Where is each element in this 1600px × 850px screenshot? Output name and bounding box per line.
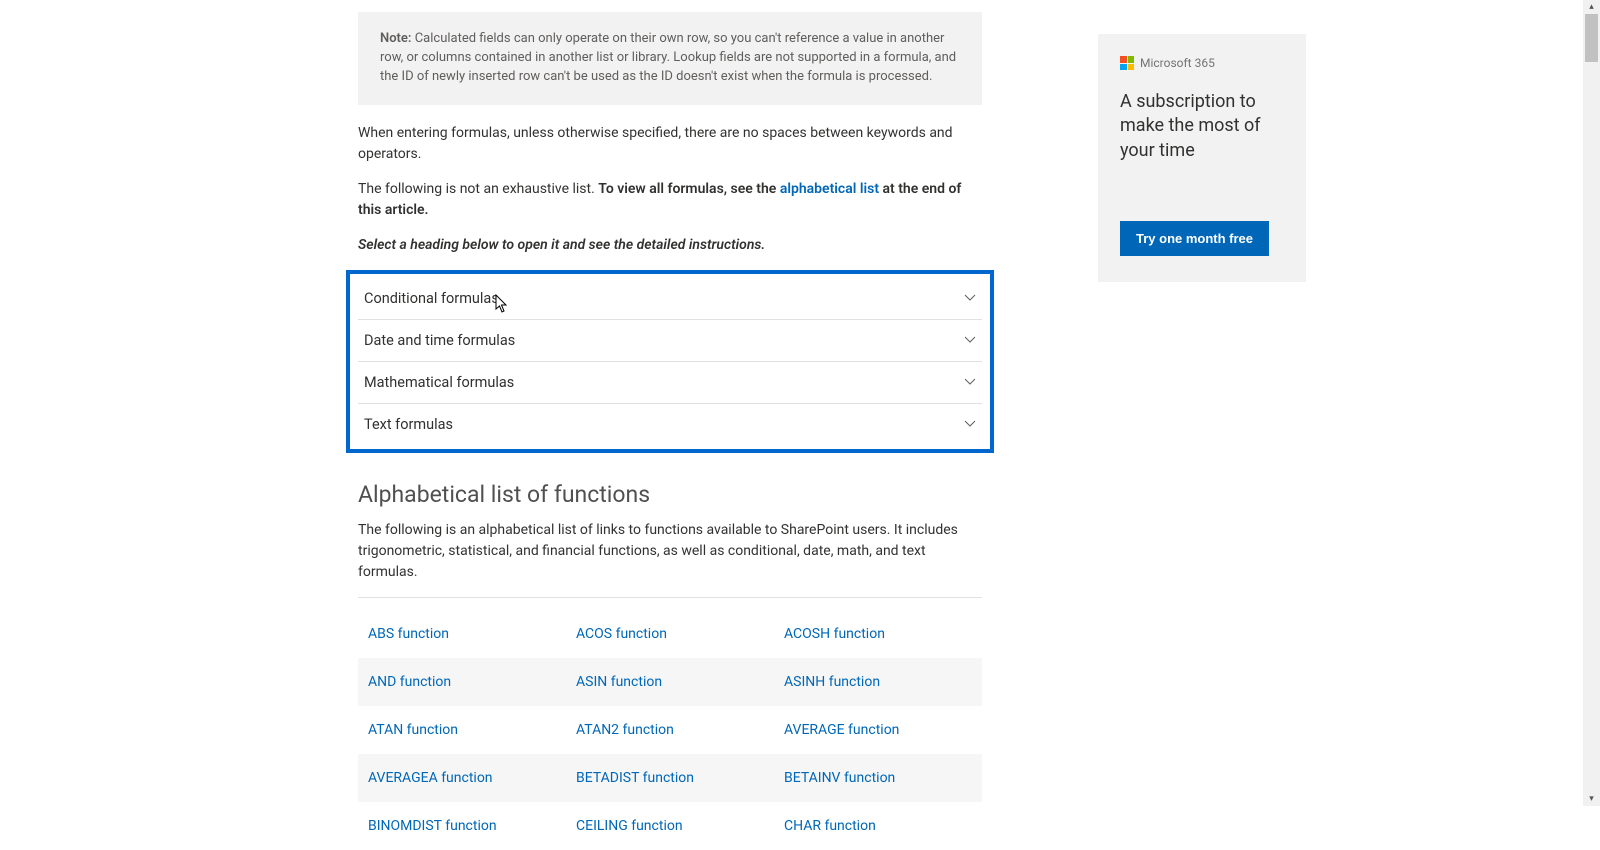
function-link[interactable]: AND function [368, 674, 451, 690]
table-row: ATAN function ATAN2 function AVERAGE fun… [358, 706, 982, 754]
text-fragment: To view all formulas, see the [598, 181, 780, 197]
scrollbar-vertical[interactable]: ▴ ▾ [1583, 0, 1600, 806]
table-row: AND function ASIN function ASINH functio… [358, 658, 982, 706]
accordion-label: Conditional formulas [364, 290, 499, 307]
paragraph-see-list: The following is not an exhaustive list.… [358, 179, 982, 221]
paragraph-alpha-intro: The following is an alphabetical list of… [358, 520, 982, 583]
table-row: ABS function ACOS function ACOSH functio… [358, 610, 982, 658]
chevron-down-icon [964, 376, 976, 388]
table-row: AVERAGEA function BETADIST function BETA… [358, 754, 982, 802]
function-link[interactable]: ASIN function [576, 674, 662, 690]
try-free-button[interactable]: Try one month free [1120, 221, 1269, 256]
function-link[interactable]: ACOSH function [784, 626, 885, 642]
accordion-label: Date and time formulas [364, 332, 515, 349]
accordion-conditional-formulas[interactable]: Conditional formulas [358, 278, 982, 320]
scroll-down-arrow-icon[interactable]: ▾ [1583, 792, 1600, 806]
function-link[interactable]: ABS function [368, 626, 449, 642]
chevron-down-icon [964, 334, 976, 346]
function-link[interactable]: AVERAGEA function [368, 770, 493, 786]
scroll-up-arrow-icon[interactable]: ▴ [1583, 0, 1600, 14]
alphabetical-list-link[interactable]: alphabetical list [780, 181, 879, 197]
function-table: ABS function ACOS function ACOSH functio… [358, 610, 982, 850]
microsoft-logo-icon [1120, 56, 1134, 70]
ms-logo-row: Microsoft 365 [1120, 56, 1288, 70]
accordion-label: Text formulas [364, 416, 453, 433]
function-link[interactable]: ACOS function [576, 626, 667, 642]
function-link[interactable]: CEILING function [576, 818, 683, 834]
promo-headline: A subscription to make the most of your … [1120, 90, 1288, 163]
function-link[interactable]: BETAINV function [784, 770, 895, 786]
function-link[interactable]: ATAN2 function [576, 722, 674, 738]
chevron-down-icon [964, 292, 976, 304]
article-content: Note: Calculated fields can only operate… [358, 0, 982, 850]
heading-alphabetical-list: Alphabetical list of functions [358, 481, 982, 508]
scroll-thumb[interactable] [1585, 14, 1598, 62]
note-body: Calculated fields can only operate on th… [380, 31, 956, 84]
brand-name: Microsoft 365 [1140, 56, 1215, 70]
function-link[interactable]: ASINH function [784, 674, 880, 690]
function-link[interactable]: BETADIST function [576, 770, 694, 786]
accordion-date-time-formulas[interactable]: Date and time formulas [358, 320, 982, 362]
select-heading-instruction: Select a heading below to open it and se… [358, 235, 982, 256]
note-label: Note: [380, 31, 411, 46]
accordion-group: Conditional formulas Date and time formu… [346, 270, 994, 453]
text-fragment: The following is not an exhaustive list. [358, 181, 598, 197]
paragraph-spacing-rule: When entering formulas, unless otherwise… [358, 123, 982, 165]
note-callout: Note: Calculated fields can only operate… [358, 12, 982, 105]
function-link[interactable]: AVERAGE function [784, 722, 899, 738]
chevron-down-icon [964, 418, 976, 430]
accordion-text-formulas[interactable]: Text formulas [358, 404, 982, 445]
accordion-label: Mathematical formulas [364, 374, 514, 391]
accordion-mathematical-formulas[interactable]: Mathematical formulas [358, 362, 982, 404]
table-row: BINOMDIST function CEILING function CHAR… [358, 802, 982, 850]
function-link[interactable]: BINOMDIST function [368, 818, 497, 834]
ms365-promo-card: Microsoft 365 A subscription to make the… [1098, 34, 1306, 282]
function-link[interactable]: ATAN function [368, 722, 458, 738]
divider [358, 597, 982, 598]
function-link[interactable]: CHAR function [784, 818, 876, 834]
